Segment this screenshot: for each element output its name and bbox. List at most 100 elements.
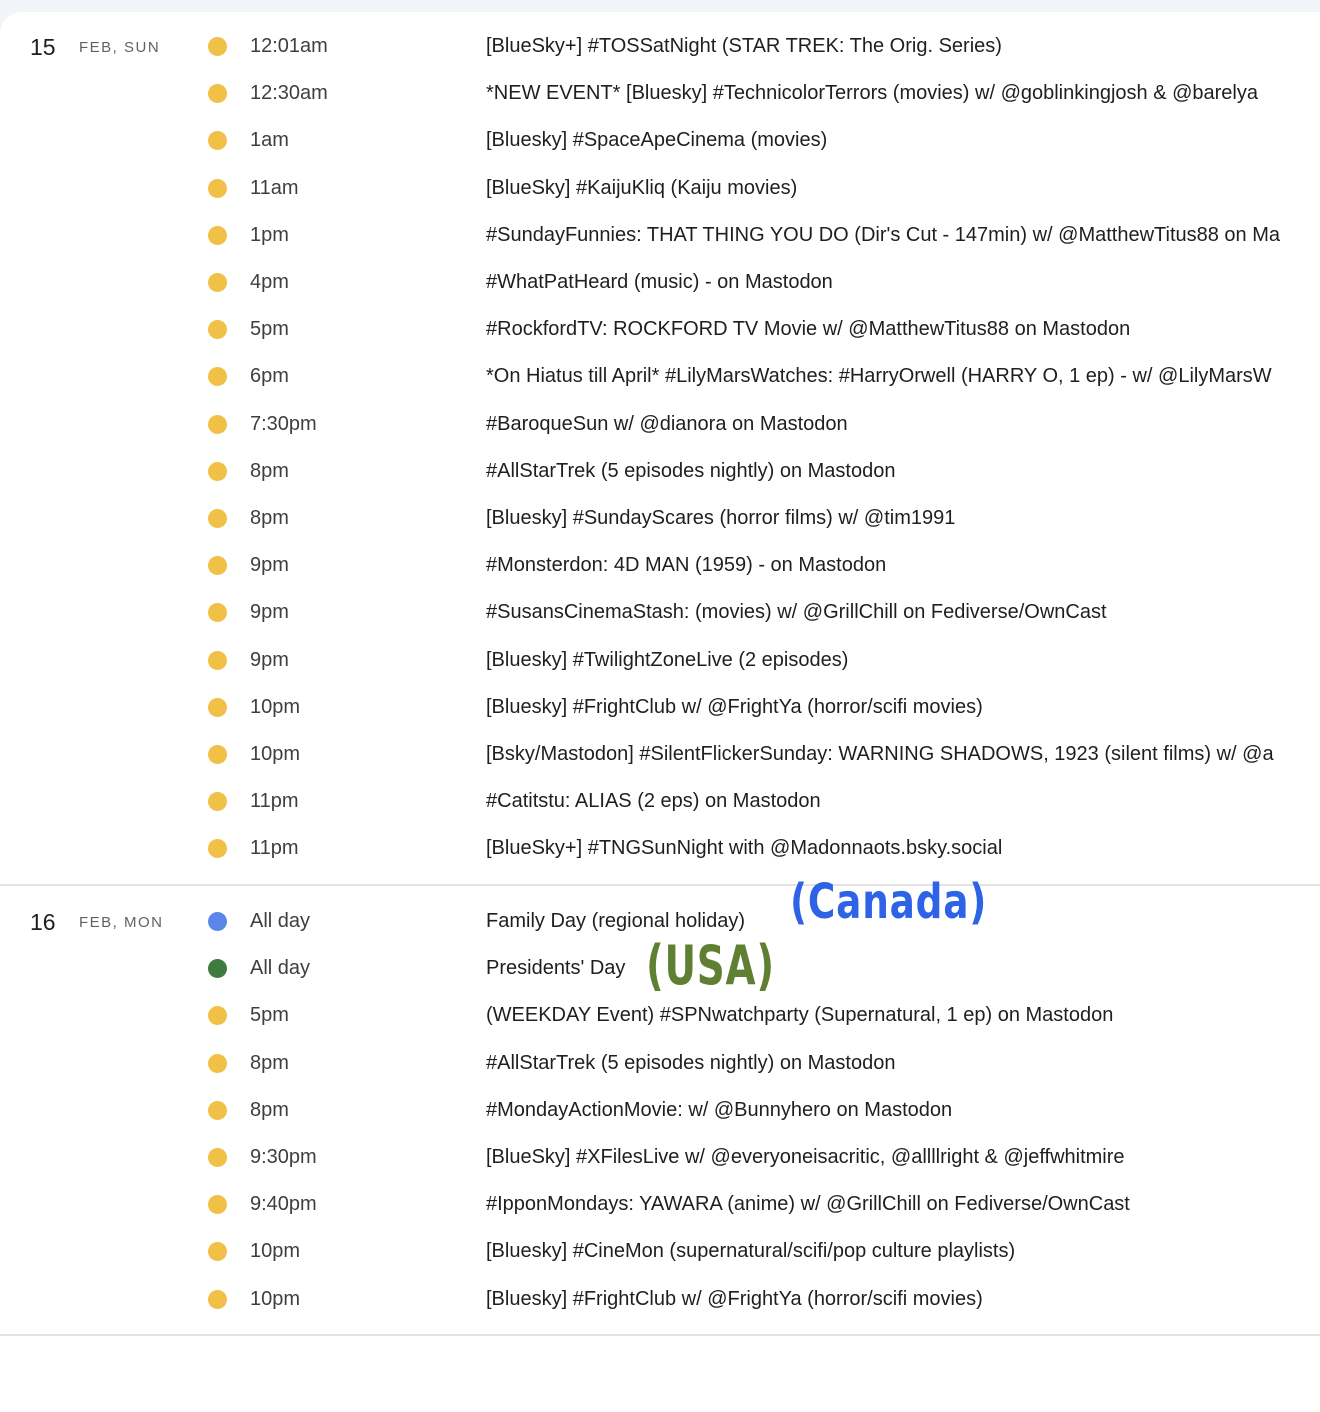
event-title: *NEW EVENT* [Bluesky] #TechnicolorTerror… (486, 82, 1258, 104)
event-time: 1am (250, 129, 289, 151)
event-row[interactable]: 11pm #Catitstu: ALIAS (2 eps) on Mastodon (0, 778, 1320, 825)
event-row[interactable]: 9pm #Monsterdon: 4D MAN (1959) - on Masto… (0, 542, 1320, 589)
event-row[interactable]: 8pm #AllStarTrek (5 episodes nightly) on … (0, 448, 1320, 495)
event-title: [BlueSky] #KaijuKliq (Kaiju movies) (486, 177, 798, 199)
event-row[interactable]: 5pm #RockfordTV: ROCKFORD TV Movie w/ @Ma… (0, 306, 1320, 353)
calendar-color-dot-icon (208, 651, 227, 670)
event-row[interactable]: 9pm #SusansCinemaStash: (movies) w/ @Gril… (0, 589, 1320, 636)
calendar-color-dot-icon (208, 1006, 227, 1025)
event-row[interactable]: 10pm [Bluesky] #FrightClub w/ @FrightYa (… (0, 1276, 1320, 1323)
event-time: 9pm (250, 649, 289, 671)
event-time: 10pm (250, 1240, 301, 1262)
calendar-color-dot-icon (208, 131, 227, 150)
day-divider (0, 1334, 1320, 1336)
calendar-color-dot-icon (208, 745, 227, 764)
event-row[interactable]: 10pm [Bluesky] #FrightClub w/ @FrightYa (… (0, 684, 1320, 731)
calendar-color-dot-icon (208, 179, 227, 198)
event-time: 9:40pm (250, 1193, 317, 1215)
calendar-color-dot-icon (208, 912, 227, 931)
event-row[interactable]: 8pm [Bluesky] #SundayScares (horror films… (0, 495, 1320, 542)
event-row[interactable]: 11am [BlueSky] #KaijuKliq (Kaiju movies) (0, 165, 1320, 212)
calendar-color-dot-icon (208, 320, 227, 339)
event-time: 12:01am (250, 35, 328, 57)
event-title: [Bluesky] #SundayScares (horror films) w… (486, 507, 956, 529)
event-time: 9:30pm (250, 1146, 317, 1168)
event-time: 10pm (250, 1288, 301, 1310)
event-title: [Bluesky] #TwilightZoneLive (2 episodes) (486, 649, 849, 671)
event-row[interactable]: 12:01am [BlueSky+] #TOSSatNight (STAR TRE… (0, 23, 1320, 70)
event-time: 6pm (250, 365, 289, 387)
calendar-color-dot-icon (208, 462, 227, 481)
calendar-color-dot-icon (208, 603, 227, 622)
event-title: #SundayFunnies: THAT THING YOU DO (Dir's… (486, 224, 1281, 246)
event-row[interactable]: 10pm [Bsky/Mastodon] #SilentFlickerSunday… (0, 731, 1320, 778)
calendar-color-dot-icon (208, 1242, 227, 1261)
event-row[interactable]: 9pm [Bluesky] #TwilightZoneLive (2 episod… (0, 637, 1320, 684)
event-time: 5pm (250, 1004, 289, 1026)
event-row[interactable]: 12:30am *NEW EVENT* [Bluesky] #Technicolo… (0, 70, 1320, 117)
handwritten-note-usa: (USA) (646, 934, 775, 997)
event-title: #AllStarTrek (5 episodes nightly) on Mas… (486, 1052, 896, 1074)
event-time: 11pm (250, 790, 299, 812)
calendar-color-dot-icon (208, 1290, 227, 1309)
event-time: 5pm (250, 318, 289, 340)
event-row[interactable]: 9:30pm [BlueSky] #XFilesLive w/ @everyone… (0, 1134, 1320, 1181)
event-row[interactable]: 5pm (WEEKDAY Event) #SPNwatchparty (Super… (0, 992, 1320, 1039)
event-time: 10pm (250, 696, 301, 718)
calendar-color-dot-icon (208, 415, 227, 434)
calendar-color-dot-icon (208, 839, 227, 858)
calendar-color-dot-icon (208, 792, 227, 811)
event-time: 10pm (250, 743, 301, 765)
calendar-color-dot-icon (208, 1054, 227, 1073)
event-row[interactable]: 8pm #AllStarTrek (5 episodes nightly) on … (0, 1040, 1320, 1087)
event-title: #WhatPatHeard (music) - on Mastodon (486, 271, 833, 293)
event-time: All day (250, 957, 311, 979)
calendar-color-dot-icon (208, 37, 227, 56)
event-title: #SusansCinemaStash: (movies) w/ @GrillCh… (486, 601, 1107, 623)
event-title: [Bluesky] #FrightClub w/ @FrightYa (horr… (486, 1288, 983, 1310)
event-title: [BlueSky+] #TOSSatNight (STAR TREK: The … (486, 35, 1002, 57)
event-time: 8pm (250, 1099, 289, 1121)
calendar-color-dot-icon (208, 1195, 227, 1214)
event-time: 11pm (250, 837, 299, 859)
event-time: 8pm (250, 460, 289, 482)
calendar-color-dot-icon (208, 273, 227, 292)
calendar-color-dot-icon (208, 959, 227, 978)
event-title: *On Hiatus till April* #LilyMarsWatches:… (486, 365, 1272, 387)
event-time: 12:30am (250, 82, 328, 104)
event-time: 9pm (250, 601, 289, 623)
event-time: 11am (250, 177, 299, 199)
calendar-color-dot-icon (208, 84, 227, 103)
event-title: [Bluesky] #SpaceApeCinema (movies) (486, 129, 828, 151)
calendar-color-dot-icon (208, 698, 227, 717)
event-time: 1pm (250, 224, 289, 246)
event-row[interactable]: 8pm #MondayActionMovie: w/ @Bunnyhero on … (0, 1087, 1320, 1134)
event-title: [Bluesky] #FrightClub w/ @FrightYa (horr… (486, 696, 983, 718)
event-row[interactable]: 9:40pm #IpponMondays: YAWARA (anime) w/ @… (0, 1181, 1320, 1228)
event-time: 7:30pm (250, 413, 317, 435)
event-title: [BlueSky+] #TNGSunNight with @Madonnaots… (486, 837, 1003, 859)
event-title: #IpponMondays: YAWARA (anime) w/ @GrillC… (486, 1193, 1130, 1215)
event-row[interactable]: 7:30pm #BaroqueSun w/ @dianora on Mastodo… (0, 401, 1320, 448)
event-row[interactable]: 1pm #SundayFunnies: THAT THING YOU DO (Di… (0, 212, 1320, 259)
event-title: #Catitstu: ALIAS (2 eps) on Mastodon (486, 790, 821, 812)
calendar-color-dot-icon (208, 226, 227, 245)
event-time: 4pm (250, 271, 289, 293)
handwritten-note-canada: (Canada) (790, 874, 988, 930)
event-title: [Bluesky] #CineMon (supernatural/scifi/p… (486, 1240, 1016, 1262)
event-time: All day (250, 910, 311, 932)
calendar-color-dot-icon (208, 509, 227, 528)
event-title: #BaroqueSun w/ @dianora on Mastodon (486, 413, 848, 435)
calendar-color-dot-icon (208, 367, 227, 386)
calendar-color-dot-icon (208, 1148, 227, 1167)
event-row[interactable]: 1am [Bluesky] #SpaceApeCinema (movies) (0, 117, 1320, 164)
event-title: #MondayActionMovie: w/ @Bunnyhero on Mas… (486, 1099, 953, 1121)
event-row[interactable]: 11pm [BlueSky+] #TNGSunNight with @Madonn… (0, 825, 1320, 872)
event-row[interactable]: 6pm *On Hiatus till April* #LilyMarsWatch… (0, 353, 1320, 400)
event-title: #RockfordTV: ROCKFORD TV Movie w/ @Matth… (486, 318, 1131, 340)
event-title: [BlueSky] #XFilesLive w/ @everyoneisacri… (486, 1146, 1125, 1168)
event-row[interactable]: 4pm #WhatPatHeard (music) - on Mastodon (0, 259, 1320, 306)
event-title: #Monsterdon: 4D MAN (1959) - on Mastodon (486, 554, 887, 576)
event-row[interactable]: 10pm [Bluesky] #CineMon (supernatural/sci… (0, 1228, 1320, 1275)
day-divider (0, 884, 1320, 886)
